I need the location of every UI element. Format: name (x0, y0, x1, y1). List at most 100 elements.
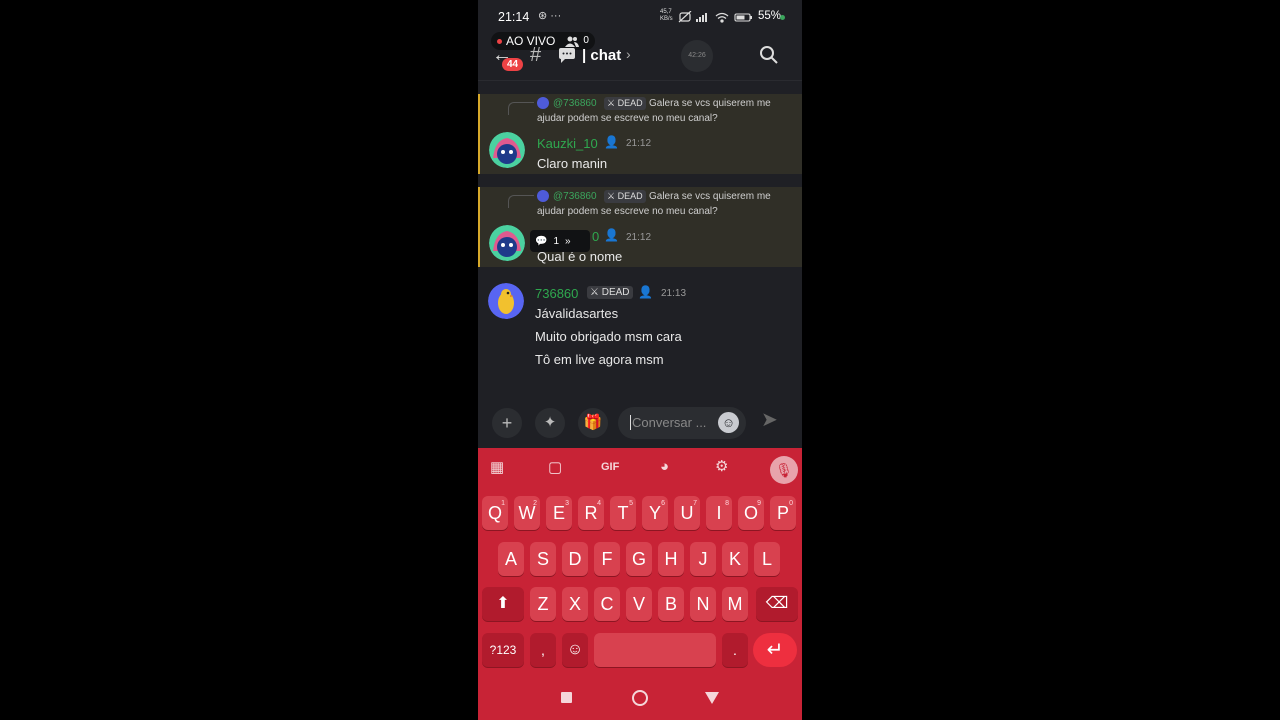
key-w[interactable]: W2 (514, 496, 540, 530)
key-label: A (504, 549, 517, 569)
key-m[interactable]: M (722, 587, 748, 621)
username[interactable]: Kauzki_10 (537, 136, 598, 151)
key-h[interactable]: H (658, 542, 684, 576)
key-c[interactable]: C (594, 587, 620, 621)
reply-text-line1: Galera se vcs quiserem me (649, 98, 771, 109)
key-hint: 9 (757, 500, 761, 507)
avatar[interactable] (489, 225, 525, 261)
person-icon: 👤 (604, 228, 619, 242)
key-n[interactable]: N (690, 587, 716, 621)
home-circle-icon[interactable] (632, 690, 648, 706)
palette-icon[interactable]: ◕ (660, 458, 669, 475)
reply-username[interactable]: @736860 (553, 98, 597, 109)
key-label: L (761, 549, 772, 569)
username[interactable]: 736860 (535, 286, 578, 301)
grid-icon[interactable]: ▦ (490, 458, 504, 476)
message-highlighted[interactable]: @736860 ⚔ DEAD Galera se vcs quiserem me… (478, 187, 802, 267)
network-speed: 45,7 KB/s (660, 9, 673, 22)
key-d[interactable]: D (562, 542, 588, 576)
key-k[interactable]: K (722, 542, 748, 576)
mute-icon (678, 11, 692, 23)
emoji-icon: ☺ (721, 415, 736, 430)
recents-square-icon[interactable] (561, 692, 572, 703)
key-f[interactable]: F (594, 542, 620, 576)
send-icon[interactable]: ➤ (761, 407, 778, 432)
key-label: Z (537, 594, 549, 614)
backspace-icon: ⌫ (765, 595, 789, 612)
key-b[interactable]: B (658, 587, 684, 621)
reply-username[interactable]: @736860 (553, 191, 597, 202)
enter-key[interactable]: ↵ (753, 633, 797, 667)
reply-tag-label: DEAD (617, 98, 643, 108)
gift-button[interactable]: 🎁 (578, 408, 608, 438)
avatar[interactable] (489, 132, 525, 168)
key-r[interactable]: R4 (578, 496, 604, 530)
key-q[interactable]: Q1 (482, 496, 508, 530)
battery-icon (734, 13, 752, 22)
key-z[interactable]: Z (530, 587, 556, 621)
sticker-icon[interactable]: ▢ (548, 458, 562, 476)
reply-connector (508, 102, 534, 115)
message-time: 21:13 (661, 288, 687, 299)
privacy-dot (780, 15, 785, 20)
key-v[interactable]: V (626, 587, 652, 621)
chevron-right-icon[interactable]: › (626, 46, 631, 62)
avatar[interactable] (488, 283, 524, 319)
username[interactable]: 0 (592, 229, 599, 244)
thread-count: 1 (553, 235, 560, 247)
key-l[interactable]: L (754, 542, 780, 576)
key-label: P (776, 503, 789, 523)
person-icon: 👤 (638, 285, 653, 299)
space-key[interactable] (594, 633, 716, 667)
key-g[interactable]: G (626, 542, 652, 576)
key-u[interactable]: U7 (674, 496, 700, 530)
back-triangle-icon[interactable] (705, 692, 719, 704)
thread-popup[interactable]: 💬 1 » (530, 230, 590, 252)
key-o[interactable]: O9 (738, 496, 764, 530)
key-hint: 3 (565, 500, 569, 507)
status-time: 21:14 (498, 10, 530, 24)
gif-button[interactable]: GIF (601, 461, 619, 473)
message-input[interactable]: Conversar ... ☺ (618, 407, 746, 439)
key-s[interactable]: S (530, 542, 556, 576)
recording-timer: 42:26 (681, 40, 713, 72)
emoji-button[interactable]: ☺ (718, 412, 739, 433)
add-attachment-button[interactable]: + (492, 408, 522, 438)
plus-icon: + (501, 413, 513, 433)
key-label: V (632, 594, 645, 614)
key-p[interactable]: P0 (770, 496, 796, 530)
key-label: F (601, 549, 613, 569)
comma-key[interactable]: , (530, 633, 556, 667)
period-key[interactable]: . (722, 633, 748, 667)
sword-icon: ⚔ (590, 287, 599, 298)
key-t[interactable]: T5 (610, 496, 636, 530)
key-label: R (584, 503, 598, 523)
sword-icon: ⚔ (607, 98, 616, 108)
key-y[interactable]: Y6 (642, 496, 668, 530)
apps-button[interactable]: ✦ (535, 408, 565, 438)
emoji-key[interactable]: ☺ (562, 633, 588, 667)
symbols-key[interactable]: ?123 (482, 633, 524, 667)
microphone-icon[interactable]: 🎙 (770, 456, 798, 484)
key-i[interactable]: I8 (706, 496, 732, 530)
key-a[interactable]: A (498, 542, 524, 576)
key-hint: 5 (629, 500, 633, 507)
key-label: X (568, 594, 581, 614)
key-j[interactable]: J (690, 542, 716, 576)
message-highlighted[interactable]: @736860 ⚔ DEAD Galera se vcs quiserem me… (478, 94, 802, 174)
key-label: J (698, 549, 708, 569)
key-x[interactable]: X (562, 587, 588, 621)
key-e[interactable]: E3 (546, 496, 572, 530)
channel-title[interactable]: | chat (582, 47, 621, 64)
backspace-key[interactable]: ⌫ (756, 587, 798, 621)
key-label: N (696, 594, 710, 614)
reply-avatar (537, 97, 549, 109)
shift-key[interactable]: ⬆ (482, 587, 524, 621)
live-dot-icon (497, 38, 502, 44)
search-icon[interactable] (758, 44, 780, 66)
message[interactable]: 736860 ⚔ DEAD 👤 21:13 Jávalidasartes Mui… (478, 280, 802, 375)
settings-gear-icon[interactable]: ⚙ (715, 457, 728, 475)
reply-text-line2: ajudar podem se escreve no meu canal? (537, 113, 718, 124)
key-hint: 7 (693, 500, 697, 507)
shift-arrow-icon: ⬆ (496, 595, 510, 612)
